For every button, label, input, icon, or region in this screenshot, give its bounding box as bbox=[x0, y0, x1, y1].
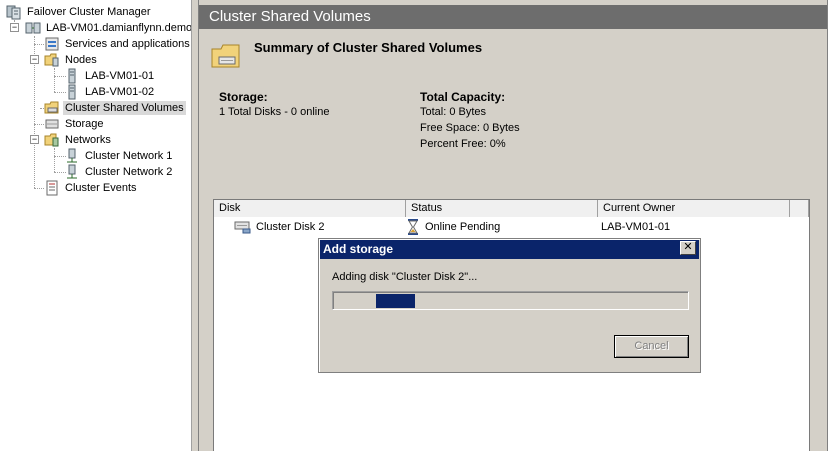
capacity-total: Total: 0 Bytes bbox=[420, 106, 487, 118]
tree-label: Storage bbox=[65, 118, 104, 130]
tree-item-node-2[interactable]: LAB-VM01-02 bbox=[64, 84, 156, 100]
tree-connector bbox=[34, 44, 44, 45]
server-icon bbox=[68, 84, 76, 100]
window-edge bbox=[827, 0, 831, 451]
pane-header: Cluster Shared Volumes bbox=[199, 5, 827, 29]
nodes-folder-icon bbox=[44, 53, 59, 67]
progress-bar bbox=[332, 291, 689, 310]
navigation-tree[interactable]: Failover Cluster Manager − LAB-VM01.dami… bbox=[0, 0, 192, 451]
tree-label: Cluster Shared Volumes bbox=[63, 101, 186, 115]
close-icon[interactable]: ✕ bbox=[680, 241, 696, 255]
network-icon bbox=[67, 148, 77, 163]
details-pane: Cluster Shared Volumes Summary of Cluste… bbox=[198, 0, 827, 451]
list-header: Disk Status Current Owner bbox=[214, 200, 809, 217]
capacity-free: Free Space: 0 Bytes bbox=[420, 122, 520, 134]
column-header-disk[interactable]: Disk bbox=[214, 200, 406, 217]
tree-item-networks[interactable]: Networks bbox=[44, 132, 113, 148]
tree-label: LAB-VM01-02 bbox=[85, 86, 155, 98]
tree-label: Networks bbox=[65, 134, 111, 146]
disk-name: Cluster Disk 2 bbox=[256, 221, 325, 233]
shared-volumes-folder-icon bbox=[44, 101, 59, 114]
collapse-toggle[interactable]: − bbox=[30, 55, 39, 64]
tree-item-storage[interactable]: Storage bbox=[44, 116, 106, 132]
cell-status: Online Pending bbox=[406, 219, 500, 235]
network-icon bbox=[67, 164, 77, 179]
cluster-icon bbox=[25, 22, 41, 34]
tree-item-network-1[interactable]: Cluster Network 1 bbox=[64, 148, 174, 164]
tree-label: LAB-VM01.damianflynn.demo bbox=[46, 22, 192, 34]
column-header-filler bbox=[790, 200, 809, 217]
cancel-button[interactable]: Cancel bbox=[614, 335, 689, 358]
events-log-icon bbox=[46, 180, 58, 196]
disk-icon bbox=[234, 221, 251, 234]
add-storage-dialog[interactable]: Add storage ✕ Adding disk "Cluster Disk … bbox=[318, 238, 701, 373]
column-header-status[interactable]: Status bbox=[406, 200, 598, 217]
tree-connector bbox=[54, 148, 55, 172]
tree-item-network-2[interactable]: Cluster Network 2 bbox=[64, 164, 174, 180]
tree-item-cluster-events[interactable]: Cluster Events bbox=[44, 180, 139, 196]
cell-disk: Cluster Disk 2 bbox=[234, 219, 324, 235]
collapse-toggle[interactable]: − bbox=[30, 135, 39, 144]
tree-item-node-1[interactable]: LAB-VM01-01 bbox=[64, 68, 156, 84]
tree-item-cluster[interactable]: LAB-VM01.damianflynn.demo bbox=[25, 20, 192, 36]
tree-item-nodes[interactable]: Nodes bbox=[44, 52, 99, 68]
cluster-manager-icon bbox=[6, 5, 21, 20]
tree-connector bbox=[54, 68, 55, 92]
collapse-toggle[interactable]: − bbox=[10, 23, 19, 32]
dialog-title-bar[interactable]: Add storage bbox=[320, 240, 699, 259]
tree-label: Cluster Events bbox=[65, 182, 137, 194]
tree-label: Cluster Network 2 bbox=[85, 166, 173, 178]
storage-label: Storage: bbox=[219, 90, 268, 104]
services-icon bbox=[45, 37, 59, 51]
dialog-message: Adding disk "Cluster Disk 2"... bbox=[332, 271, 478, 283]
shared-volumes-summary-icon bbox=[211, 44, 240, 68]
server-icon bbox=[68, 68, 76, 84]
tree-connector bbox=[34, 188, 44, 189]
summary-title: Summary of Cluster Shared Volumes bbox=[254, 40, 483, 55]
networks-folder-icon bbox=[44, 133, 59, 147]
tree-label: LAB-VM01-01 bbox=[85, 70, 155, 82]
hourglass-icon bbox=[408, 219, 418, 235]
capacity-percent: Percent Free: 0% bbox=[420, 138, 506, 150]
tree-item-cluster-shared-volumes[interactable]: Cluster Shared Volumes bbox=[44, 100, 186, 116]
tree-label: Cluster Network 1 bbox=[85, 150, 173, 162]
dialog-title: Add storage bbox=[323, 242, 394, 256]
tree-item-services[interactable]: Services and applications bbox=[44, 36, 191, 52]
status-text: Online Pending bbox=[425, 221, 501, 233]
capacity-label: Total Capacity: bbox=[420, 90, 506, 104]
tree-label: Nodes bbox=[65, 54, 97, 66]
cell-owner: LAB-VM01-01 bbox=[601, 221, 671, 233]
tree-item-root[interactable]: Failover Cluster Manager bbox=[6, 4, 153, 20]
storage-value: 1 Total Disks - 0 online bbox=[219, 106, 330, 118]
progress-fill bbox=[376, 294, 415, 308]
tree-connector bbox=[34, 124, 44, 125]
tree-label: Services and applications bbox=[65, 38, 190, 50]
tree-label: Failover Cluster Manager bbox=[27, 6, 151, 18]
storage-icon bbox=[45, 119, 59, 129]
column-header-current-owner[interactable]: Current Owner bbox=[598, 200, 790, 217]
